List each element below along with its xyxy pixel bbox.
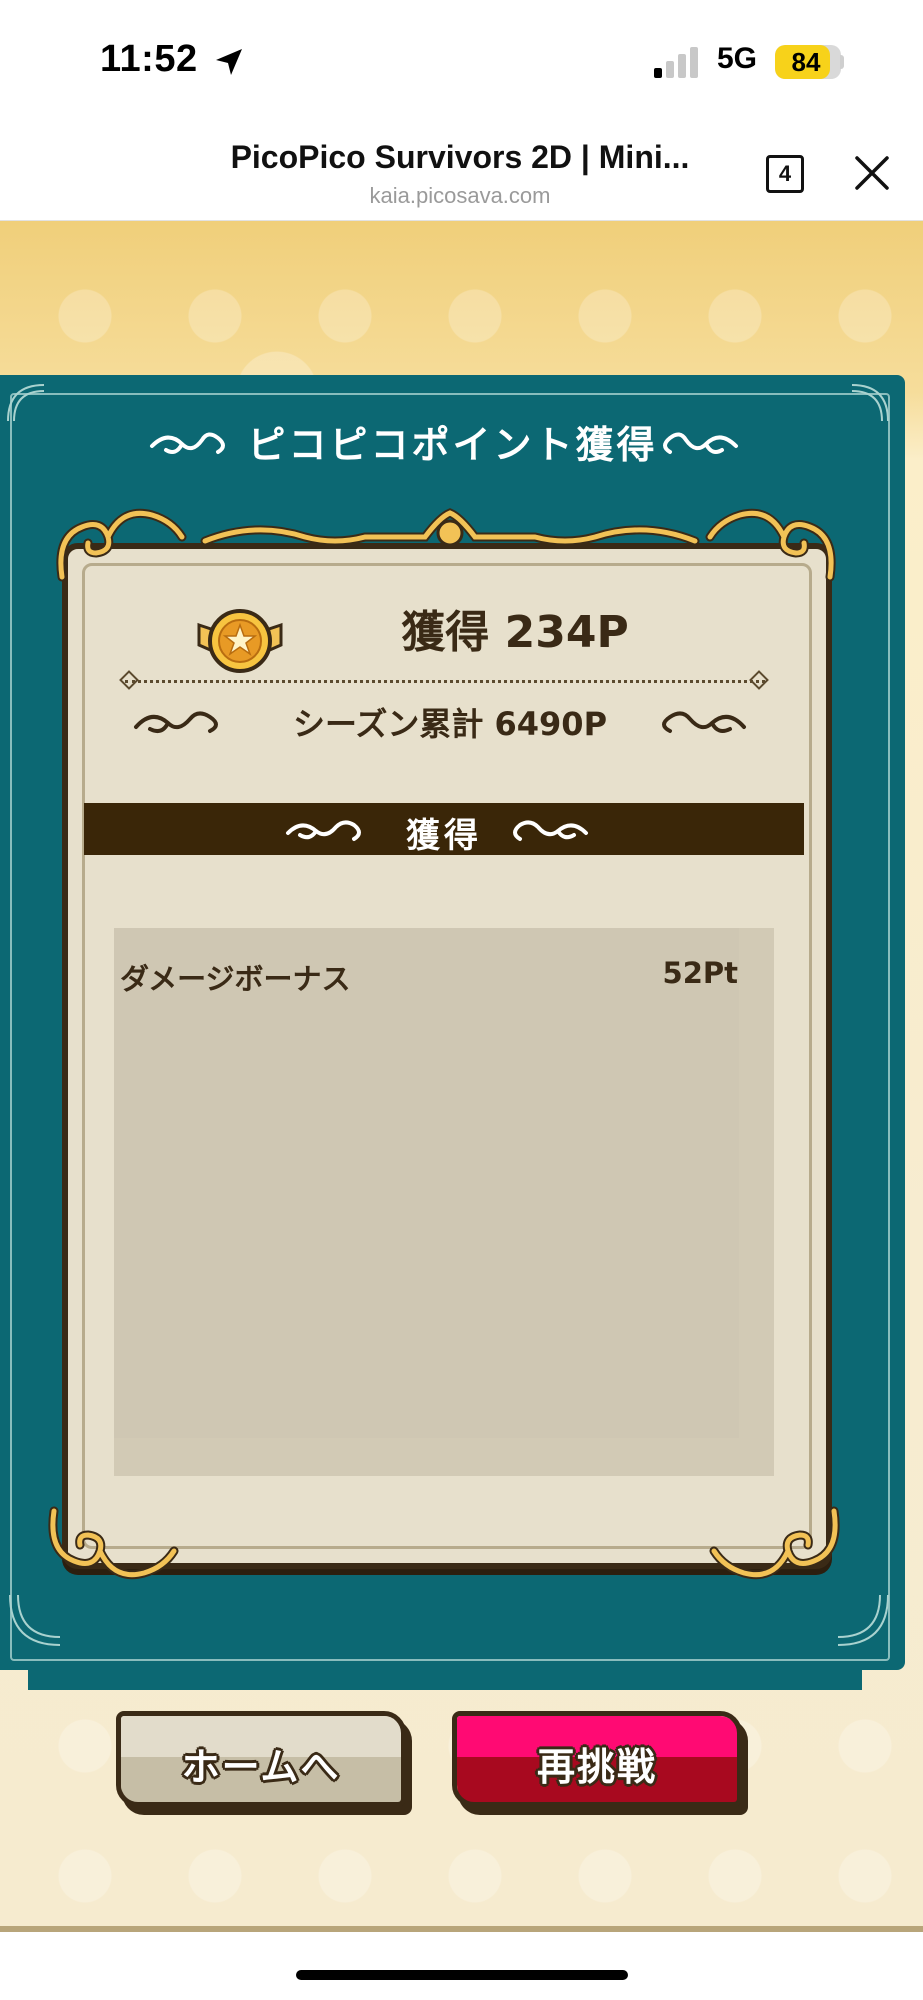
bonus-list[interactable]: ダメージボーナス 52Pt (114, 928, 774, 1476)
status-bar: 11:52 5G 84 (0, 0, 923, 125)
panel-corner-ornament (9, 1594, 61, 1646)
close-icon[interactable] (852, 153, 892, 193)
battery-icon: 84 (775, 45, 841, 79)
bonus-label: ダメージボーナス (120, 962, 351, 996)
swirl-ornament-icon (513, 820, 588, 841)
signal-bar (690, 47, 698, 78)
network-type: 5G (717, 42, 758, 75)
status-time: 11:52 (100, 38, 198, 80)
tabs-button[interactable]: 4 (766, 155, 804, 193)
signal-bar (654, 68, 662, 78)
medal-icon (197, 609, 283, 673)
home-button[interactable]: ホームへ (116, 1711, 412, 1815)
panel-title: ピコピコポイント獲得 (247, 423, 658, 467)
home-indicator[interactable] (296, 1970, 628, 1980)
page-url[interactable]: kaia.picosava.com (150, 183, 770, 209)
gold-corner-ornament (48, 1506, 179, 1580)
panel-corner-ornament (837, 1594, 889, 1646)
retry-button-label: 再挑戦 (536, 1745, 657, 1789)
swirl-ornament-icon (662, 711, 746, 733)
page-title: PicoPico Survivors 2D | Mini... (230, 139, 690, 175)
gold-top-ornament (200, 508, 700, 547)
earned-points: 獲得 234P (401, 607, 629, 658)
list-item: ダメージボーナス 52Pt (114, 956, 744, 1006)
retry-button[interactable]: 再挑戦 (452, 1711, 748, 1815)
section-label: 獲得 (406, 816, 482, 856)
browser-header: PicoPico Survivors 2D | Mini... kaia.pic… (0, 125, 923, 221)
home-indicator-area (0, 1932, 923, 2000)
gold-corner-ornament (56, 508, 187, 582)
button-face: 再挑戦 (452, 1711, 742, 1807)
section-header: 獲得 (84, 803, 804, 856)
game-canvas: ピコピコポイント獲得 獲得 234P シーズン累計 6490P 獲得 ダメージボ… (0, 221, 923, 1932)
gold-corner-ornament (709, 1506, 840, 1580)
button-face: ホームへ (116, 1711, 406, 1807)
signal-bar (666, 61, 674, 78)
season-total: シーズン累計 6490P (292, 705, 608, 743)
signal-icon (654, 46, 700, 78)
home-button-label: ホームへ (181, 1745, 341, 1789)
gold-corner-ornament (705, 508, 836, 582)
battery-nub (840, 55, 844, 69)
battery-percent: 84 (791, 47, 821, 77)
bonus-value: 52Pt (662, 956, 738, 990)
swirl-ornament-icon (663, 432, 738, 454)
dotted-divider (125, 680, 765, 683)
signal-bar (678, 54, 686, 78)
location-arrow-icon (216, 49, 242, 75)
swirl-ornament-icon (134, 711, 218, 733)
